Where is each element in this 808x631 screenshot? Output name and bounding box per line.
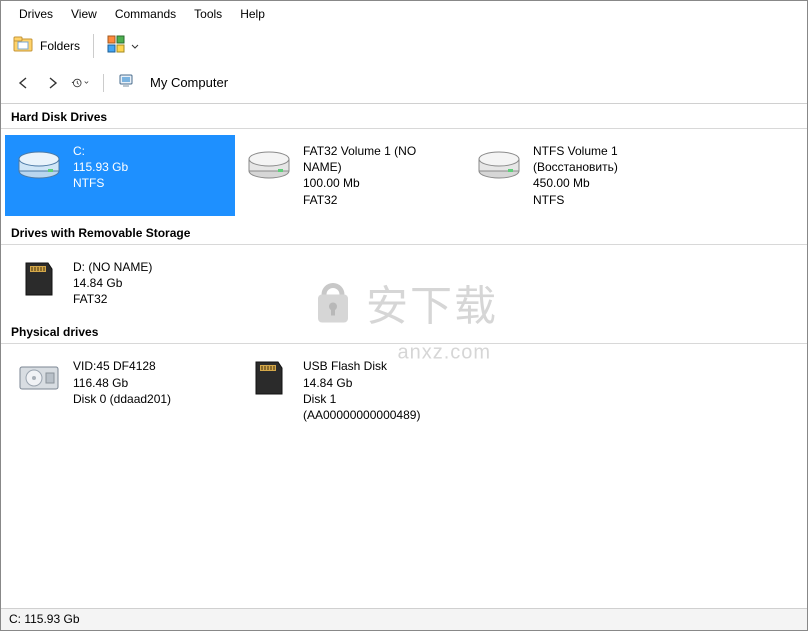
computer-icon (118, 72, 136, 93)
menu-drives[interactable]: Drives (11, 5, 61, 23)
physical-disk-0[interactable]: VID:45 DF4128 116.48 Gb Disk 0 (ddaad201… (5, 350, 235, 431)
grid-icon (107, 35, 127, 56)
menu-commands[interactable]: Commands (107, 5, 184, 23)
menu-bar: Drives View Commands Tools Help (1, 1, 807, 27)
drive-size: 115.93 Gb (73, 159, 128, 175)
drive-d[interactable]: D: (NO NAME) 14.84 Gb FAT32 (5, 251, 235, 316)
disk-icon (15, 358, 63, 398)
folders-label: Folders (40, 39, 80, 53)
section-physical-header: Physical drives (1, 319, 807, 344)
drive-label: D: (NO NAME) (73, 259, 152, 275)
nav-bar: My Computer (1, 64, 807, 104)
separator (93, 34, 94, 58)
back-button[interactable] (15, 74, 33, 92)
drive-fs: FAT32 (73, 291, 152, 307)
drive-ntfs-vol1[interactable]: NTFS Volume 1 (Восстановить) 450.00 Mb N… (465, 135, 695, 216)
drive-size: 14.84 Gb (303, 375, 455, 391)
drive-size: 116.48 Gb (73, 375, 171, 391)
physical-grid: VID:45 DF4128 116.48 Gb Disk 0 (ddaad201… (1, 344, 807, 435)
folder-icon (12, 33, 36, 58)
drive-fs: FAT32 (303, 192, 455, 208)
history-button[interactable] (71, 74, 89, 92)
status-bar: C: 115.93 Gb (1, 608, 807, 630)
drive-c[interactable]: C: 115.93 Gb NTFS (5, 135, 235, 216)
separator (103, 74, 104, 92)
drive-fat32-vol1[interactable]: FAT32 Volume 1 (NO NAME) 100.00 Mb FAT32 (235, 135, 465, 216)
drive-label: NTFS Volume 1 (Восстановить) (533, 143, 685, 175)
menu-view[interactable]: View (63, 5, 105, 23)
view-mode-button[interactable] (102, 32, 144, 59)
menu-tools[interactable]: Tools (186, 5, 230, 23)
physical-disk-1[interactable]: USB Flash Disk 14.84 Gb Disk 1 (AA000000… (235, 350, 465, 431)
drive-label: USB Flash Disk (303, 358, 455, 374)
drive-label: FAT32 Volume 1 (NO NAME) (303, 143, 455, 175)
folders-button[interactable]: Folders (7, 30, 85, 61)
sd-card-icon (15, 259, 63, 299)
drive-size: 450.00 Mb (533, 175, 685, 191)
sd-card-icon (245, 358, 293, 398)
drive-fs: NTFS (533, 192, 685, 208)
forward-button[interactable] (43, 74, 61, 92)
drive-label: VID:45 DF4128 (73, 358, 171, 374)
hdd-icon (245, 143, 293, 183)
section-hard-disk-header: Hard Disk Drives (1, 104, 807, 129)
drive-id: Disk 0 (ddaad201) (73, 391, 171, 407)
hard-disk-grid: C: 115.93 Gb NTFS FAT32 Volume 1 (NO NAM… (1, 129, 807, 220)
location-label: My Computer (150, 75, 228, 90)
dropdown-arrow-icon (131, 39, 139, 53)
toolbar: Folders (1, 27, 807, 64)
hdd-icon (475, 143, 523, 183)
removable-grid: D: (NO NAME) 14.84 Gb FAT32 (1, 245, 807, 320)
drive-fs: NTFS (73, 175, 128, 191)
menu-help[interactable]: Help (232, 5, 273, 23)
status-text: C: 115.93 Gb (9, 612, 80, 626)
drive-label: C: (73, 143, 128, 159)
drive-size: 14.84 Gb (73, 275, 152, 291)
hdd-icon (15, 143, 63, 183)
drive-size: 100.00 Mb (303, 175, 455, 191)
section-removable-header: Drives with Removable Storage (1, 220, 807, 245)
drive-id: Disk 1 (AA00000000000489) (303, 391, 455, 423)
content-area: Hard Disk Drives C: 115.93 Gb NTFS (1, 104, 807, 593)
